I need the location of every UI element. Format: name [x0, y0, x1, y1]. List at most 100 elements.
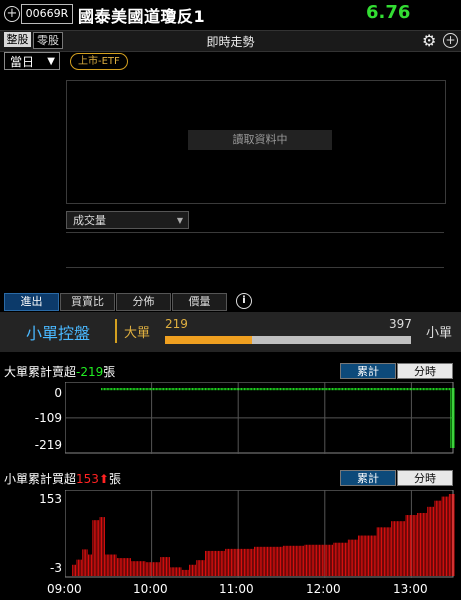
chevron-down-icon: ▼: [47, 56, 55, 67]
bar: [311, 544, 313, 576]
bar: [281, 388, 283, 391]
bar: [427, 388, 429, 391]
tab-distribution[interactable]: 分佈: [116, 293, 171, 311]
bar: [151, 388, 153, 391]
bar: [121, 388, 123, 391]
bar: [166, 388, 167, 391]
bar: [402, 388, 404, 391]
xtick-1200: 12:00: [306, 582, 341, 596]
bar: [453, 494, 455, 576]
bar: [349, 388, 351, 391]
bar: [401, 521, 403, 576]
bar: [251, 548, 253, 576]
bar: [295, 545, 297, 576]
bar: [205, 388, 206, 391]
bar: [96, 520, 98, 576]
bar: [280, 546, 281, 576]
bar: [153, 562, 154, 576]
bar: [375, 388, 377, 391]
tab-whole-lot[interactable]: 整股: [4, 32, 31, 47]
tab-price-volume[interactable]: 價量: [172, 293, 227, 311]
bar: [242, 548, 244, 576]
bar: [220, 550, 222, 576]
bar: [265, 388, 267, 391]
bar: [448, 494, 450, 576]
bar: [320, 544, 322, 576]
bar: [254, 388, 255, 391]
bar: [128, 388, 130, 391]
bar: [376, 527, 378, 576]
bar: [225, 388, 227, 391]
bar: [128, 558, 130, 576]
info-icon[interactable]: i: [236, 293, 252, 309]
bar: [310, 544, 312, 576]
indicator-value: 成交量: [73, 214, 106, 227]
bar: [171, 567, 173, 576]
bar: [385, 388, 387, 391]
bar: [131, 388, 133, 391]
bar: [420, 512, 421, 576]
period-select[interactable]: 當日 ▼: [4, 52, 60, 70]
small-order-chart: [65, 490, 455, 578]
bar: [350, 388, 352, 391]
bar: [157, 562, 159, 576]
add-icon[interactable]: +: [4, 6, 20, 22]
bar: [329, 388, 331, 391]
big-panel-title-prefix: 大單累計賣超: [4, 365, 77, 379]
bar: [298, 388, 300, 391]
bar: [114, 554, 115, 576]
bar: [324, 544, 326, 576]
bar: [287, 388, 289, 391]
bar: [329, 544, 331, 576]
bar: [359, 535, 361, 576]
bar: [440, 500, 442, 576]
bar: [259, 546, 261, 576]
bar: [339, 388, 341, 391]
bar: [141, 388, 143, 391]
bar: [424, 388, 426, 391]
big-seg-time[interactable]: 分時: [397, 363, 453, 379]
bar: [268, 388, 270, 391]
bar: [422, 512, 424, 576]
gear-icon[interactable]: ⚙: [422, 31, 436, 50]
bar: [382, 527, 384, 576]
big-seg-cumulative[interactable]: 累計: [340, 363, 396, 379]
indicator-select[interactable]: 成交量 ▼: [66, 211, 189, 229]
bar: [235, 548, 237, 576]
bar: [228, 548, 229, 576]
bar: [345, 542, 346, 576]
bar: [131, 561, 133, 576]
bar: [217, 550, 219, 576]
bar: [394, 388, 395, 391]
bar: [154, 388, 156, 391]
tab-inout[interactable]: 進出: [4, 293, 59, 311]
bar: [408, 515, 410, 576]
bar: [144, 561, 146, 576]
bar: [118, 558, 120, 576]
bar: [105, 554, 107, 576]
tab-buy-sell-ratio[interactable]: 買賣比: [60, 293, 115, 311]
stock-code-input[interactable]: 00669R: [21, 4, 73, 24]
bar: [342, 542, 344, 576]
bar: [72, 564, 74, 576]
bar: [441, 388, 443, 391]
bar: [357, 388, 359, 391]
bar: [112, 388, 114, 391]
bar: [398, 388, 400, 391]
bar: [437, 388, 439, 391]
bar: [334, 542, 336, 576]
bar: [404, 521, 406, 576]
bar: [360, 535, 362, 576]
bar: [349, 539, 351, 576]
bar: [311, 388, 313, 391]
tab-odd-lot[interactable]: 零股: [33, 32, 63, 49]
small-seg-cumulative[interactable]: 累計: [340, 470, 396, 486]
bar: [272, 546, 274, 576]
bar: [327, 388, 329, 391]
bar: [316, 544, 318, 576]
bar: [148, 562, 150, 576]
small-seg-time[interactable]: 分時: [397, 470, 453, 486]
bar: [433, 388, 434, 391]
add-icon[interactable]: +: [443, 33, 458, 48]
bar: [306, 544, 307, 576]
